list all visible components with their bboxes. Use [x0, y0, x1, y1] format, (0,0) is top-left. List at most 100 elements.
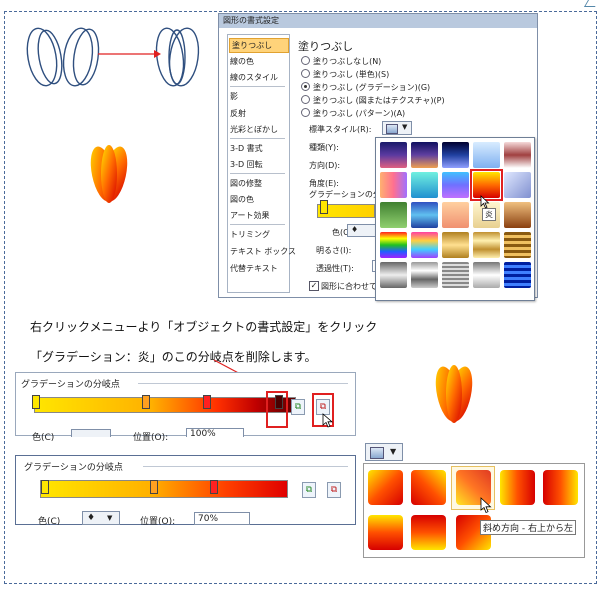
- radio-gradient-fill[interactable]: 塗りつぶし (グラデーション)(G): [301, 82, 430, 93]
- mouse-pointer-icon: [480, 195, 490, 209]
- color-label: 色(C): [32, 433, 55, 443]
- radio-picture-fill[interactable]: 塗りつぶし (図またはテクスチャ)(P): [301, 95, 445, 106]
- chevron-down-icon: ▼: [390, 447, 397, 456]
- preset-swatch[interactable]: [442, 142, 469, 168]
- preset-swatch[interactable]: [442, 202, 469, 228]
- preset-dropdown-button[interactable]: ▼: [382, 121, 412, 135]
- direction-dropdown-button[interactable]: ▼: [365, 443, 403, 461]
- sidebar-item-text-box[interactable]: テキスト ボックス: [230, 246, 296, 257]
- gradient-stop[interactable]: [142, 395, 150, 409]
- gradient-stop[interactable]: [203, 395, 211, 409]
- add-stop-button[interactable]: ⧉: [291, 399, 305, 415]
- mouse-pointer-icon: [322, 413, 334, 428]
- preset-swatch[interactable]: [411, 232, 438, 258]
- sidebar-item-shadow[interactable]: 影: [230, 91, 238, 102]
- position-input[interactable]: 70%: [194, 512, 250, 525]
- chevron-down-icon: ▼: [107, 514, 113, 522]
- gradient-stop[interactable]: [150, 480, 158, 494]
- stop-color-button[interactable]: ♦ ▼: [82, 511, 120, 525]
- sidebar-item-artistic-effects[interactable]: アート効果: [230, 210, 270, 221]
- direction-swatch[interactable]: [543, 470, 578, 505]
- preset-swatch[interactable]: [473, 232, 500, 258]
- stop-highlight-box: [266, 391, 288, 428]
- sidebar-item-fill[interactable]: 塗りつぶし: [229, 38, 289, 53]
- sidebar-item-3d-rotation[interactable]: 3-D 回転: [230, 159, 263, 170]
- preset-swatch[interactable]: [380, 232, 407, 258]
- direction-tooltip: 斜め方向 - 右上から左: [480, 520, 576, 535]
- gradient-stops-panel-2: グラデーションの分岐点 ⧉ ⧉ 色(C) ♦ ▼ 位置(O): 70%: [15, 455, 356, 527]
- sidebar-item-alt-text[interactable]: 代替テキスト: [230, 263, 278, 274]
- direction-swatch[interactable]: [411, 515, 446, 550]
- preset-swatch[interactable]: [411, 142, 438, 168]
- gradient-bar[interactable]: [34, 397, 296, 413]
- preset-swatch[interactable]: [380, 172, 407, 198]
- remove-stop-icon: ⧉: [330, 485, 338, 495]
- gradient-stop-selected[interactable]: [210, 480, 218, 494]
- sidebar-item-reflection[interactable]: 反射: [230, 108, 246, 119]
- preset-swatch[interactable]: [380, 202, 407, 228]
- sidebar-item-crop[interactable]: トリミング: [230, 229, 270, 240]
- sidebar-item-line-color[interactable]: 線の色: [230, 56, 254, 67]
- gradient-stops-title: グラデーションの分岐点: [24, 463, 123, 473]
- preset-swatch[interactable]: [473, 142, 500, 168]
- gradient-bar[interactable]: [40, 480, 288, 498]
- direction-swatch[interactable]: [411, 470, 446, 505]
- gradient-stops-panel-1: グラデーションの分岐点 ⧉ ⧉ 色(C) 位置(O): 100%: [15, 372, 356, 443]
- radio-label: 塗りつぶしなし(N): [313, 57, 382, 66]
- preset-swatch[interactable]: [504, 262, 531, 288]
- type-label: 種類(Y):: [309, 143, 339, 152]
- stop-color-button[interactable]: [71, 429, 111, 437]
- preset-swatch[interactable]: [380, 142, 407, 168]
- paint-bucket-icon: ♦: [87, 513, 96, 523]
- ellipse-demo: [26, 27, 200, 87]
- transparency-label: 透過性(T):: [316, 264, 354, 273]
- preset-swatch[interactable]: [442, 262, 469, 288]
- direction-swatch[interactable]: [368, 470, 403, 505]
- sidebar-item-line-style[interactable]: 線のスタイル: [230, 72, 278, 83]
- add-stop-icon: ⧉: [305, 485, 313, 495]
- preset-swatch[interactable]: [504, 202, 531, 228]
- preset-gradient-gallery: 炎: [375, 137, 535, 301]
- gradient-stop[interactable]: [32, 395, 40, 409]
- sidebar-item-picture-color[interactable]: 図の色: [230, 194, 254, 205]
- sidebar-item-picture-corrections[interactable]: 図の修整: [230, 178, 262, 189]
- preset-swatch[interactable]: [380, 262, 407, 288]
- preset-swatch[interactable]: [504, 172, 531, 198]
- sidebar-divider: [230, 138, 285, 139]
- position-input[interactable]: 100%: [186, 428, 244, 439]
- direction-gallery: 斜め方向 - 右上から左: [363, 463, 585, 558]
- sidebar-item-3d-format[interactable]: 3-D 書式: [230, 143, 263, 154]
- sidebar-item-glow[interactable]: 光彩とぼかし: [230, 124, 278, 135]
- direction-swatch[interactable]: [368, 515, 403, 550]
- radio-no-fill[interactable]: 塗りつぶしなし(N): [301, 56, 381, 67]
- radio-pattern-fill[interactable]: 塗りつぶし (パターン)(A): [301, 108, 405, 119]
- remove-stop-button[interactable]: ⧉: [327, 482, 341, 498]
- radio-label: 塗りつぶし (単色)(S): [313, 70, 390, 79]
- caption-line-1: 右クリックメニューより「オブジェクトの書式設定」をクリック: [30, 320, 378, 334]
- chevron-down-icon: ▼: [402, 123, 408, 131]
- radio-solid-fill[interactable]: 塗りつぶし (単色)(S): [301, 69, 389, 80]
- preset-swatch[interactable]: [504, 142, 531, 168]
- dialog-gradient-stop[interactable]: [320, 200, 328, 214]
- preset-swatch[interactable]: [442, 232, 469, 258]
- preset-swatch[interactable]: [411, 172, 438, 198]
- radio-label: 塗りつぶし (図またはテクスチャ)(P): [313, 96, 445, 105]
- add-stop-button[interactable]: ⧉: [302, 482, 316, 498]
- radio-icon: [301, 69, 310, 78]
- gradient-preview-icon: [370, 447, 384, 459]
- gradient-preview-icon: [386, 124, 398, 134]
- preset-swatch[interactable]: [473, 262, 500, 288]
- sidebar-divider: [230, 173, 285, 174]
- dialog-body: 塗りつぶし 線の色 線のスタイル 影 反射 光彩とぼかし 3-D 書式 3-D …: [225, 34, 535, 301]
- radio-icon: [301, 56, 310, 65]
- mouse-pointer-icon: [480, 497, 492, 514]
- preset-swatch[interactable]: [411, 202, 438, 228]
- gradient-stop[interactable]: [41, 480, 49, 494]
- preset-swatch[interactable]: [442, 172, 469, 198]
- title-divider: [143, 466, 348, 467]
- preset-swatch[interactable]: [411, 262, 438, 288]
- direction-swatch[interactable]: [500, 470, 535, 505]
- tulip-shape-1: [90, 145, 128, 203]
- preset-swatch[interactable]: [504, 232, 531, 258]
- fill-color-button[interactable]: ♦: [347, 224, 377, 237]
